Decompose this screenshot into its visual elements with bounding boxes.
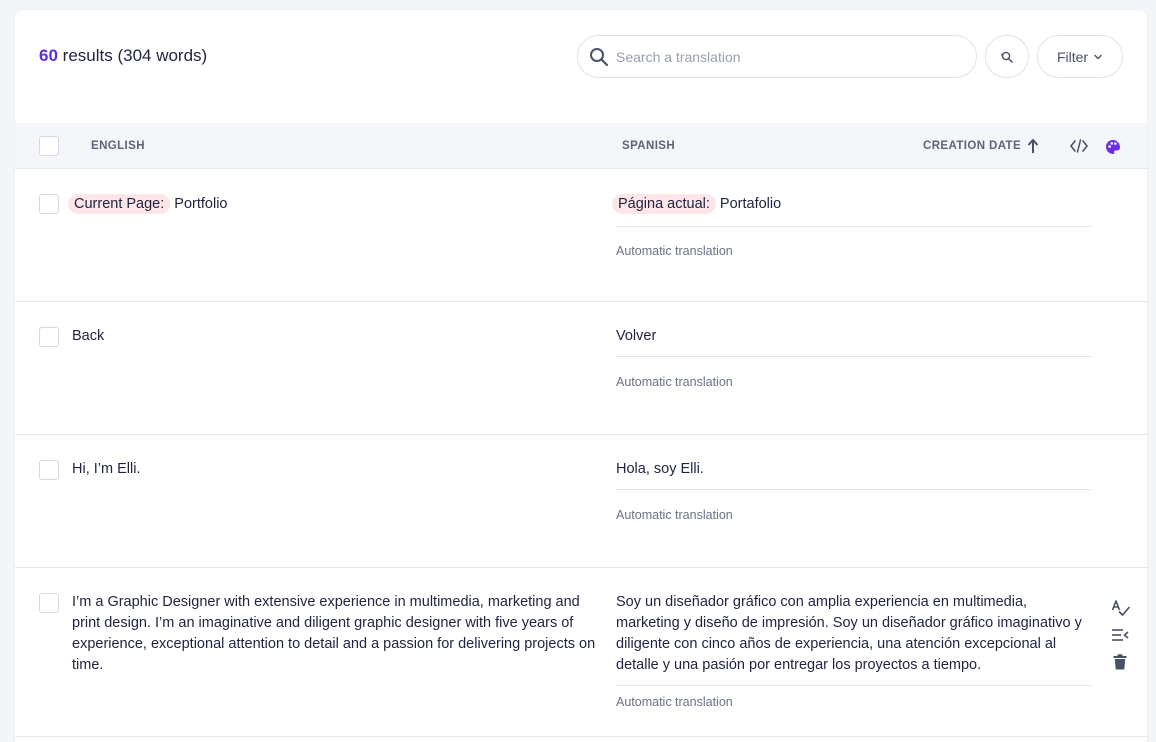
search-replace-icon	[1001, 51, 1013, 63]
source-text[interactable]: Back	[72, 326, 597, 347]
column-creation-date[interactable]: CREATION DATE	[923, 140, 1021, 152]
translations-panel: 60 results (304 words) Filter E	[15, 10, 1147, 742]
translation-status: Automatic translation	[616, 244, 733, 258]
placeholder-tag: Current Page:	[68, 194, 171, 214]
arrow-up-icon[interactable]	[1027, 138, 1039, 154]
search-replace-button[interactable]	[985, 35, 1029, 78]
row-divider	[616, 356, 1091, 357]
source-text[interactable]: Current Page: Portfolio	[68, 194, 597, 215]
row-checkbox[interactable]	[39, 593, 59, 613]
column-spanish: SPANISH	[622, 140, 676, 152]
table-row: Hi, I’m Elli. Hola, soy Elli. Automatic …	[15, 435, 1147, 568]
target-text[interactable]: Volver	[616, 326, 1091, 347]
filter-label: Filter	[1056, 48, 1089, 65]
palette-icon[interactable]	[1105, 139, 1121, 155]
filter-button[interactable]: Filter	[1037, 35, 1123, 78]
table-row: Current Page: Portfolio Página actual: Por…	[15, 169, 1147, 302]
translation-status: Automatic translation	[616, 375, 733, 389]
select-all-checkbox[interactable]	[39, 136, 59, 156]
search-icon	[590, 48, 609, 67]
column-english: ENGLISH	[91, 140, 145, 152]
code-icon[interactable]	[1070, 139, 1088, 153]
table-row: I’m a Graphic Designer with extensive ex…	[15, 568, 1147, 737]
source-value: Portfolio	[174, 196, 228, 212]
translation-status: Automatic translation	[616, 695, 733, 709]
table-header: ENGLISH SPANISH CREATION DATE	[15, 123, 1147, 169]
toolbar: 60 results (304 words) Filter	[15, 10, 1147, 123]
row-checkbox[interactable]	[39, 327, 59, 347]
trash-icon[interactable]	[1113, 654, 1127, 670]
row-checkbox[interactable]	[39, 194, 59, 214]
result-summary: 60 results (304 words)	[39, 46, 207, 66]
source-text[interactable]: Hi, I’m Elli.	[72, 459, 597, 480]
target-value: Portafolio	[719, 196, 782, 212]
spellcheck-icon[interactable]	[1111, 599, 1131, 617]
target-text[interactable]: Página actual: Portafolio	[612, 194, 1091, 215]
chevron-down-icon	[1094, 54, 1102, 59]
row-divider	[616, 226, 1091, 227]
result-count: 60	[39, 46, 58, 65]
placeholder-tag: Página actual:	[612, 194, 716, 214]
table-row: Back Volver Automatic translation	[15, 302, 1147, 435]
target-text[interactable]: Hola, soy Elli.	[616, 459, 1091, 480]
target-text[interactable]: Soy un diseñador gráfico con amplia expe…	[616, 592, 1091, 676]
search-input[interactable]	[616, 45, 956, 69]
apply-translation-icon[interactable]	[1111, 628, 1129, 642]
source-text[interactable]: I’m a Graphic Designer with extensive ex…	[72, 592, 597, 676]
translation-status: Automatic translation	[616, 508, 733, 522]
row-checkbox[interactable]	[39, 460, 59, 480]
row-divider	[616, 685, 1091, 686]
result-label: results (304 words)	[62, 46, 208, 65]
row-divider	[616, 489, 1091, 490]
search-box[interactable]	[577, 35, 977, 78]
